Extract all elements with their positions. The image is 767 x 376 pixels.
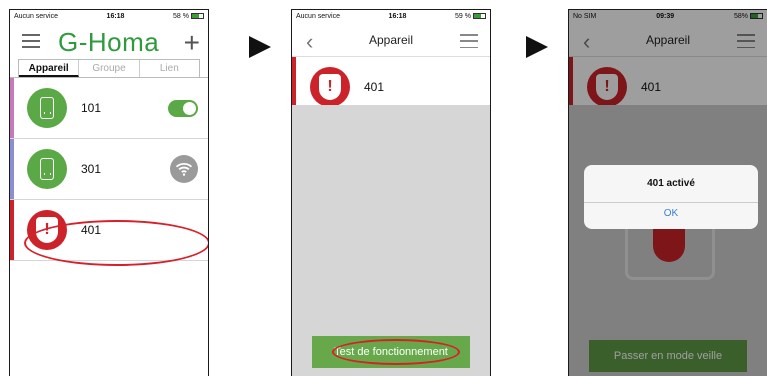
ok-button[interactable]: OK: [584, 208, 758, 219]
device-row-101[interactable]: 101: [10, 78, 208, 139]
device-label: 401: [364, 80, 385, 94]
app-logo: G-Homa: [58, 27, 160, 57]
clock-text: 16:18: [388, 13, 407, 20]
alert-dialog: 401 activé OK: [584, 165, 758, 229]
device-label: 101: [81, 101, 102, 115]
device-row-301[interactable]: 301: [10, 139, 208, 200]
tab-bar: Appareil Groupe Lien: [18, 59, 200, 77]
battery-icon: [473, 13, 486, 20]
device-label: 301: [81, 162, 102, 176]
device-color-stripe: [10, 78, 14, 138]
status-bar: Aucun service 16:18 58 %: [10, 10, 208, 23]
carrier-text: Aucun service: [296, 13, 340, 20]
battery-indicator: 59 %: [455, 13, 486, 20]
add-device-icon[interactable]: +: [184, 27, 200, 59]
tab-lien[interactable]: Lien: [140, 60, 199, 77]
divider: [584, 202, 758, 203]
step-arrow-icon: [526, 36, 548, 58]
hamburger-menu-icon[interactable]: [22, 34, 40, 48]
wifi-icon[interactable]: [170, 155, 198, 183]
highlight-ellipse: [332, 339, 460, 365]
status-bar: Aucun service 16:18 59 %: [292, 10, 490, 23]
battery-icon: [191, 13, 204, 20]
phone-screen-device-list: Aucun service 16:18 58 % G-Homa + Appare…: [9, 9, 209, 376]
phone-screen-device-detail: Aucun service 16:18 59 % ‹ Appareil ! 40…: [291, 9, 491, 376]
smart-plug-icon: [27, 149, 67, 189]
nav-bar: ‹ Appareil: [292, 23, 490, 57]
dialog-title: 401 activé: [647, 178, 695, 189]
app-header: G-Homa +: [10, 23, 208, 59]
tab-appareil[interactable]: Appareil: [19, 60, 80, 77]
alarm-shield-icon: !: [310, 67, 350, 107]
power-toggle[interactable]: [168, 100, 198, 117]
clock-text: 16:18: [106, 13, 125, 20]
smart-plug-icon: [27, 88, 67, 128]
device-color-stripe: [10, 200, 14, 260]
device-color-stripe: [10, 139, 14, 199]
highlight-ellipse: [24, 220, 208, 266]
tab-groupe[interactable]: Groupe: [79, 60, 140, 77]
hamburger-menu-icon[interactable]: [460, 34, 478, 48]
phone-screen-activated-dialog: No SIM 09:39 58% ‹ Appareil ! 401 Passer…: [568, 9, 767, 376]
battery-indicator: 58 %: [173, 13, 204, 20]
carrier-text: Aucun service: [14, 13, 58, 20]
step-arrow-icon: [249, 36, 271, 58]
